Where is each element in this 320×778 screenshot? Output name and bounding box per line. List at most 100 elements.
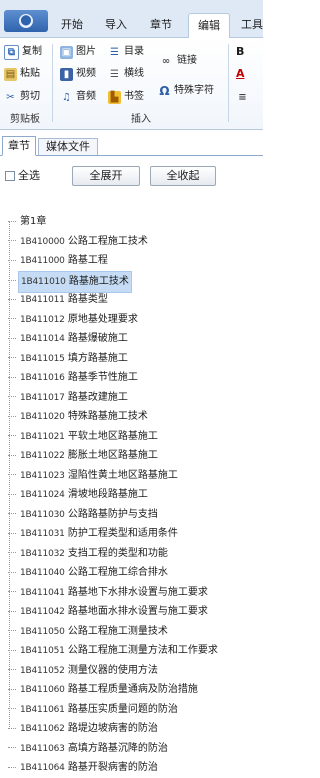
expand-all-button[interactable]: 全展开 [72, 166, 140, 186]
font-color-button[interactable]: A [236, 65, 245, 83]
tree-node[interactable]: 1B411042 路基地面水排水设置与施工要求 [8, 602, 210, 621]
tree-node[interactable]: 1B411015 填方路基施工 [8, 349, 130, 368]
bookmark-label: 书签 [124, 91, 144, 102]
tree-node[interactable]: 1B411051 公路工程施工测量方法和工作要求 [8, 641, 220, 660]
tab-start[interactable]: 开始 [54, 14, 90, 36]
tree-node-code: 1B411022 [20, 451, 65, 461]
insert-link-button[interactable]: ∞ 链接 [158, 52, 197, 70]
paste-button[interactable]: ▤ 粘贴 [4, 65, 40, 83]
tree-node-label: 1B411000 路基工程 [18, 251, 110, 271]
copy-label: 复制 [22, 46, 42, 57]
tree-node[interactable]: 1B411014 路基爆破施工 [8, 329, 130, 348]
tree-node-code: 1B411011 [20, 295, 65, 305]
tree-node[interactable]: 1B411017 路基改建施工 [8, 388, 130, 407]
tree-node-code: 1B411031 [20, 529, 65, 539]
tab-media-files[interactable]: 媒体文件 [38, 138, 98, 155]
tree-root-node[interactable]: 第1章 [8, 212, 48, 231]
tree-node-title: 防护工程类型和适用条件 [67, 528, 178, 539]
tree-node[interactable]: 1B411041 路基地下水排水设置与施工要求 [8, 583, 210, 602]
tree-node[interactable]: 1B411022 膨胀土地区路基施工 [8, 446, 160, 465]
tree-node[interactable]: 1B411064 路基开裂病害的防治 [8, 758, 160, 777]
tree-node-label: 1B411032 支挡工程的类型和功能 [18, 544, 170, 564]
tab-chapter[interactable]: 章节 [142, 14, 180, 36]
tree-node-title: 路堤边坡病害的防治 [67, 723, 158, 734]
image-label: 图片 [76, 46, 96, 57]
tree-node-label: 1B411020 特殊路基施工技术 [18, 407, 150, 427]
copy-button[interactable]: ⧉ 复制 [4, 43, 42, 61]
image-icon: ▣ [60, 45, 73, 59]
tree-node-label: 1B411017 路基改建施工 [18, 388, 130, 408]
collapse-all-button[interactable]: 全收起 [150, 166, 216, 186]
ribbon-panel: ⧉ 复制 ▤ 粘贴 ✂ 剪切 剪贴板 ▣ 图片 ▮ 视频 ♫ 音频 ☰ 目录 ☰… [0, 38, 263, 130]
align-button[interactable]: ≡ [236, 88, 252, 106]
tree-branch-line [8, 493, 16, 495]
tree-node[interactable]: 1B411021 平软土地区路基施工 [8, 427, 160, 446]
tree-branch-line [8, 610, 16, 612]
tree-node[interactable]: 1B411016 路基季节性施工 [8, 368, 140, 387]
tab-import[interactable]: 导入 [98, 14, 134, 36]
tree-node-code: 1B411062 [20, 724, 65, 734]
tree-node[interactable]: 1B411063 高填方路基沉降的防治 [8, 739, 170, 758]
tree-node[interactable]: 1B411000 路基工程 [8, 251, 110, 270]
tree-node-code: 1B411060 [20, 685, 65, 695]
insert-hline-button[interactable]: ☰ 横线 [108, 65, 144, 83]
tree-node-title: 路基地下水排水设置与施工要求 [67, 586, 208, 598]
tree-node[interactable]: 1B411020 特殊路基施工技术 [8, 407, 150, 426]
tab-tools[interactable]: 工具 [234, 14, 270, 36]
insert-toc-button[interactable]: ☰ 目录 [108, 43, 144, 61]
tree-node-title: 测量仪器的使用方法 [67, 664, 158, 676]
tree-node[interactable]: 1B411032 支挡工程的类型和功能 [8, 544, 170, 563]
tree-node-title: 特殊路基施工技术 [67, 411, 148, 422]
tree-branch-line [8, 669, 16, 670]
tree-node[interactable]: 1B411061 路基压实质量问题的防治 [8, 700, 180, 719]
clipboard-group-label: 剪贴板 [10, 114, 40, 125]
insert-bookmark-button[interactable]: ▙ 书签 [108, 88, 144, 106]
tree-node[interactable]: 1B411031 防护工程类型和适用条件 [8, 524, 180, 543]
select-all-checkbox[interactable] [5, 171, 15, 181]
tree-node-label: 1B411016 路基季节性施工 [18, 368, 140, 388]
hline-label: 横线 [124, 68, 144, 79]
tree-node[interactable]: 1B411030 公路路基防护与支挡 [8, 505, 160, 524]
tree-node-code: 1B411042 [20, 607, 65, 617]
insert-audio-button[interactable]: ♫ 音频 [60, 88, 96, 106]
tree-node[interactable]: 1B411040 公路工程施工综合排水 [8, 563, 170, 582]
tree-node-label: 1B411060 路基工程质量通病及防治措施 [18, 680, 200, 700]
tree-node[interactable]: 1B411012 原地基处理要求 [8, 310, 140, 329]
tree-branch-line [8, 571, 16, 573]
tree-node[interactable]: 1B411050 公路工程施工测量技术 [8, 622, 170, 641]
tree-branch-line [8, 259, 16, 261]
tab-chapters[interactable]: 章节 [2, 136, 36, 156]
tree-branch-line [8, 688, 16, 690]
select-all-label[interactable]: 全选 [18, 169, 40, 183]
tree-node-selected[interactable]: 1B411010 路基施工技术 [8, 270, 132, 293]
cut-button[interactable]: ✂ 剪切 [4, 88, 40, 106]
tree-node[interactable]: 1B411062 路堤边坡病害的防治 [8, 719, 160, 738]
ribbon-separator [228, 44, 229, 122]
tab-edit[interactable]: 编辑 [188, 13, 230, 39]
tree-node[interactable]: 1B410000 公路工程施工技术 [8, 232, 150, 251]
tree-node[interactable]: 1B411052 测量仪器的使用方法 [8, 661, 160, 680]
tree-node-title: 路基压实质量问题的防治 [67, 703, 178, 715]
app-menu-button[interactable]: ⬤ [4, 10, 48, 32]
tree-node[interactable]: 1B411011 路基类型 [8, 290, 110, 309]
tree-node[interactable]: 1B411060 路基工程质量通病及防治措施 [8, 680, 200, 699]
insert-special-char-button[interactable]: Ω 特殊字符 [158, 82, 214, 100]
tree-node-title: 膨胀土地区路基施工 [67, 450, 158, 461]
music-note-icon: ♫ [62, 91, 71, 103]
ribbon-tab-bar: ⬤ 开始 导入 章节 编辑 工具 [0, 0, 263, 39]
tree-branch-line [8, 298, 16, 300]
insert-video-button[interactable]: ▮ 视频 [60, 65, 96, 83]
insert-image-button[interactable]: ▣ 图片 [60, 43, 96, 61]
tree-branch-line [8, 747, 16, 748]
paste-label: 粘贴 [20, 68, 40, 79]
tree-node[interactable]: 1B411024 滑坡地段路基施工 [8, 485, 150, 504]
tree-node-title: 路基类型 [67, 294, 108, 305]
tree-node[interactable]: 1B411023 湿陷性黄土地区路基施工 [8, 466, 180, 485]
tree-node-label: 1B411052 测量仪器的使用方法 [18, 661, 160, 681]
tree-node-code: 1B411041 [20, 587, 65, 598]
tree-node-title: 路基地面水排水设置与施工要求 [67, 606, 208, 617]
panel-tab-row: 章节 媒体文件 [0, 136, 263, 156]
tree-node-title: 路基改建施工 [67, 391, 128, 403]
bold-button[interactable]: B [236, 43, 244, 61]
horizontal-line-icon: ☰ [110, 68, 119, 80]
